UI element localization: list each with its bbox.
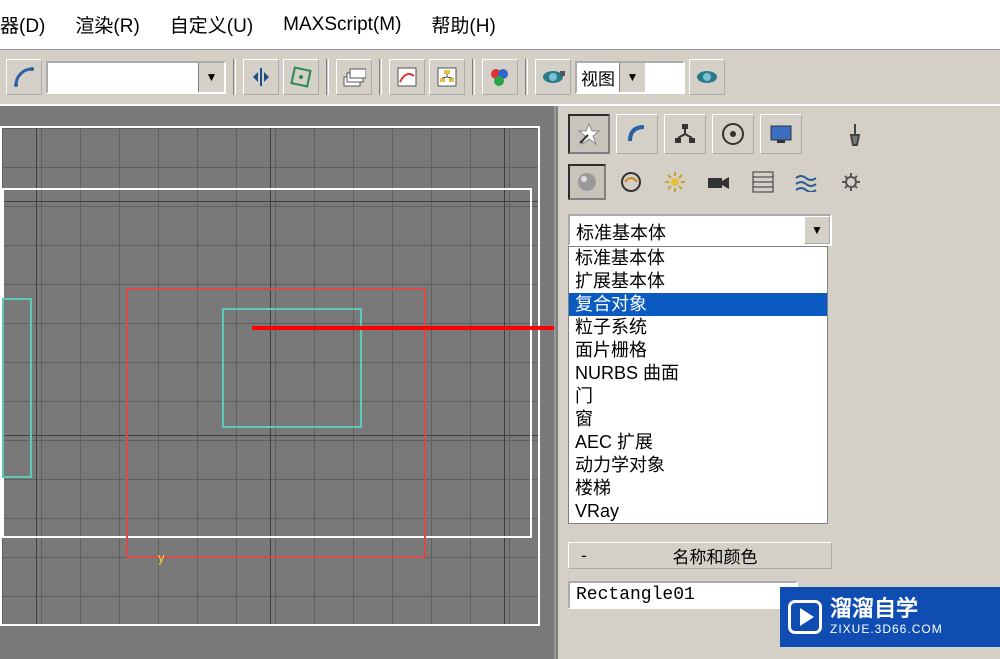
- rollup-title: 名称和颜色: [599, 543, 831, 568]
- list-item[interactable]: 扩展基本体: [569, 270, 827, 293]
- utilities-tab[interactable]: [834, 114, 876, 154]
- chevron-down-icon: ▼: [198, 63, 224, 92]
- separator: [233, 59, 236, 95]
- selection-set-dropdown[interactable]: ▼: [46, 61, 226, 94]
- arc-icon[interactable]: [6, 59, 42, 95]
- shape-teal-left: [2, 298, 32, 478]
- list-item[interactable]: 楼梯: [569, 477, 827, 500]
- geometry-type-list[interactable]: 标准基本体 扩展基本体 复合对象 粒子系统 面片栅格 NURBS 曲面 门 窗 …: [568, 246, 828, 524]
- list-item[interactable]: 窗: [569, 408, 827, 431]
- menu-item-customize[interactable]: 自定义(U): [170, 11, 253, 38]
- geometry-category-dropdown[interactable]: 标准基本体 ▼: [568, 214, 832, 246]
- list-item[interactable]: 标准基本体: [569, 247, 827, 270]
- shapes-icon[interactable]: [612, 164, 650, 200]
- material-editor-icon[interactable]: [482, 59, 518, 95]
- list-item[interactable]: 动力学对象: [569, 454, 827, 477]
- motion-tab[interactable]: [712, 114, 754, 154]
- menu-item-help[interactable]: 帮助(H): [431, 11, 495, 38]
- list-item[interactable]: 面片栅格: [569, 339, 827, 362]
- object-name-input[interactable]: Rectangle01: [568, 581, 798, 609]
- menu-bar: 器(D) 渲染(R) 自定义(U) MAXScript(M) 帮助(H): [0, 0, 1000, 50]
- menu-item-maxscript[interactable]: MAXScript(M): [283, 14, 401, 36]
- list-item[interactable]: VRay: [569, 500, 827, 523]
- rollup-name-and-color[interactable]: - 名称和颜色: [568, 542, 832, 569]
- command-tabs: [568, 114, 990, 154]
- list-item[interactable]: AEC 扩展: [569, 431, 827, 454]
- create-tab[interactable]: [568, 114, 610, 154]
- list-item[interactable]: NURBS 曲面: [569, 362, 827, 385]
- list-item-compound[interactable]: 复合对象: [569, 293, 827, 316]
- geometry-icon[interactable]: [568, 164, 606, 200]
- brand-url: ZIXUE.3D66.COM: [830, 622, 943, 636]
- menu-item-render[interactable]: 渲染(R): [75, 11, 139, 38]
- separator: [525, 59, 528, 95]
- helpers-icon[interactable]: [744, 164, 782, 200]
- main-area: y: [0, 106, 1000, 659]
- separator: [379, 59, 382, 95]
- category-selected-label: 标准基本体: [570, 216, 804, 244]
- align-icon[interactable]: [283, 59, 319, 95]
- annotation-arrow: [252, 318, 556, 338]
- play-icon: [788, 600, 822, 634]
- schematic-view-icon[interactable]: [429, 59, 465, 95]
- separator: [326, 59, 329, 95]
- viewport[interactable]: y: [0, 106, 556, 659]
- render-setup-icon[interactable]: [535, 59, 571, 95]
- main-toolbar: ▼ 视图 ▼: [0, 50, 1000, 106]
- chevron-down-icon: ▼: [804, 216, 830, 244]
- render-view-dropdown[interactable]: 视图 ▼: [575, 61, 685, 94]
- brand-title: 溜溜自学: [830, 598, 943, 620]
- collapse-toggle[interactable]: -: [569, 546, 599, 566]
- list-item[interactable]: 门: [569, 385, 827, 408]
- mirror-icon[interactable]: [243, 59, 279, 95]
- separator: [472, 59, 475, 95]
- chevron-down-icon: ▼: [619, 63, 645, 92]
- cameras-icon[interactable]: [700, 164, 738, 200]
- spacewarps-icon[interactable]: [788, 164, 826, 200]
- menu-item-graph[interactable]: 器(D): [0, 11, 45, 38]
- systems-icon[interactable]: [832, 164, 870, 200]
- quick-render-icon[interactable]: [689, 59, 725, 95]
- command-panel: 标准基本体 ▼ 标准基本体 扩展基本体 复合对象 粒子系统 面片栅格 NURBS…: [556, 106, 1000, 659]
- hierarchy-tab[interactable]: [664, 114, 706, 154]
- create-subcategories: [568, 164, 990, 200]
- display-tab[interactable]: [760, 114, 802, 154]
- curve-editor-icon[interactable]: [389, 59, 425, 95]
- axis-y-label: y: [158, 550, 165, 565]
- render-view-label: 视图: [577, 62, 619, 93]
- lights-icon[interactable]: [656, 164, 694, 200]
- modify-tab[interactable]: [616, 114, 658, 154]
- watermark-badge: 溜溜自学 ZIXUE.3D66.COM: [780, 587, 1000, 647]
- list-item[interactable]: 粒子系统: [569, 316, 827, 339]
- layers-icon[interactable]: [336, 59, 372, 95]
- viewport-inner: y: [0, 126, 540, 626]
